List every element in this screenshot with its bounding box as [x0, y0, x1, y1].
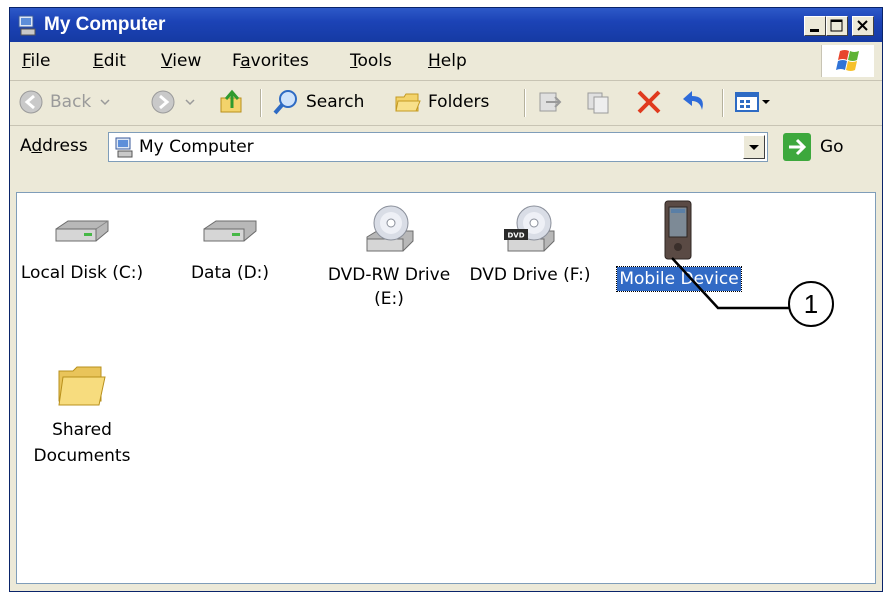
- callout-leader-line: [671, 257, 790, 310]
- callout-marker: 1: [788, 281, 834, 327]
